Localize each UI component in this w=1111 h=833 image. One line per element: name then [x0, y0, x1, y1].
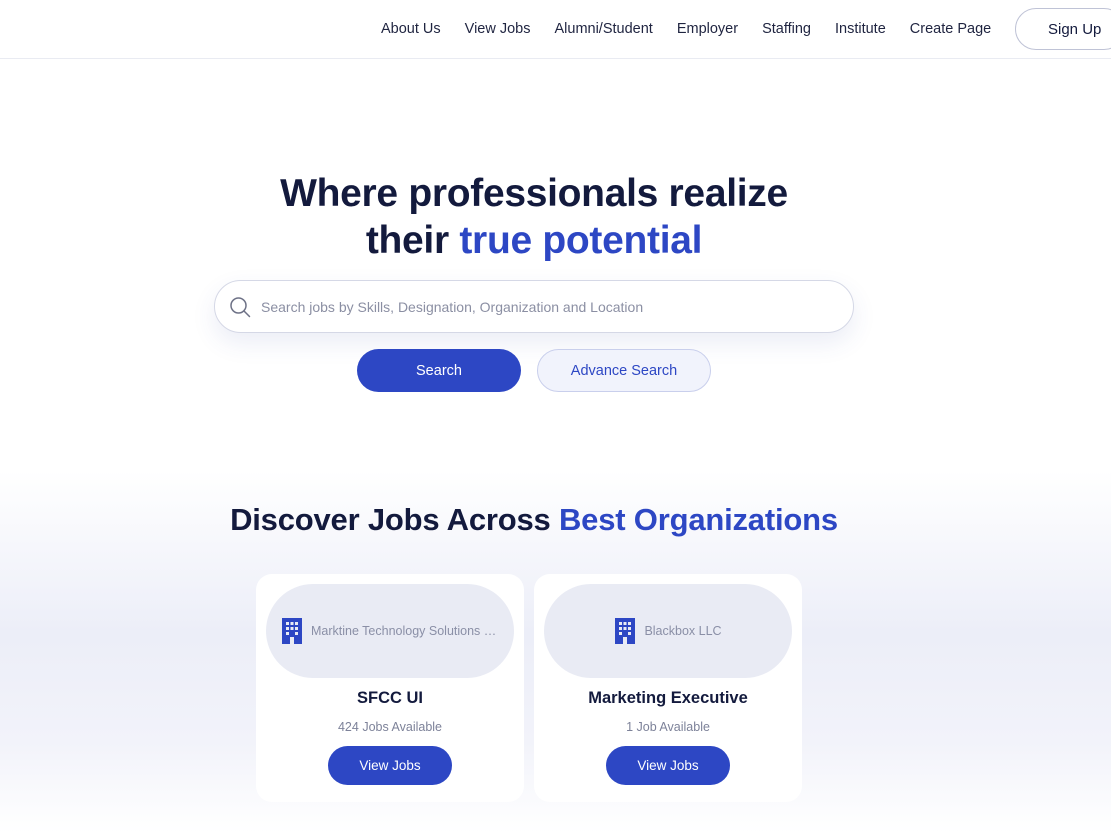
org-logo-placeholder: Marktine Technology Solutions P...	[266, 584, 514, 678]
view-jobs-button[interactable]: View Jobs	[328, 746, 452, 785]
top-navbar: About Us View Jobs Alumni/Student Employ…	[0, 0, 1111, 59]
search-icon	[230, 297, 251, 318]
nav-links: About Us View Jobs Alumni/Student Employ…	[369, 0, 1003, 58]
org-card: Marktine Technology Solutions P... SFCC …	[256, 574, 524, 802]
search-button[interactable]: Search	[357, 349, 521, 392]
nav-link-alumni-student[interactable]: Alumni/Student	[554, 21, 652, 37]
job-title: Marketing Executive	[588, 689, 748, 707]
view-jobs-button[interactable]: View Jobs	[606, 746, 730, 785]
nav-link-institute[interactable]: Institute	[835, 21, 886, 37]
nav-link-staffing[interactable]: Staffing	[762, 21, 811, 37]
jobs-available-count: 424 Jobs Available	[337, 720, 443, 734]
nav-link-create-page[interactable]: Create Page	[910, 21, 991, 37]
org-name: Marktine Technology Solutions P...	[311, 624, 499, 638]
discover-title-accent: Best Organizations	[559, 502, 838, 537]
discover-title-plain: Discover Jobs Across	[230, 502, 559, 537]
org-logo-placeholder: Blackbox LLC	[544, 584, 792, 678]
hero-title-line2: their true potential	[365, 219, 703, 262]
search-input[interactable]	[261, 281, 831, 332]
building-icon	[282, 618, 302, 644]
job-title: SFCC UI	[357, 689, 423, 707]
hero-title: Where professionals realize their true p…	[0, 170, 1068, 264]
hero-title-accent: true potential	[459, 219, 703, 262]
nav-link-about-us[interactable]: About Us	[381, 21, 441, 37]
org-card: Blackbox LLC Marketing Executive 1 Job A…	[534, 574, 802, 802]
org-name: Blackbox LLC	[644, 624, 722, 638]
discover-section-title: Discover Jobs Across Best Organizations	[0, 502, 1068, 538]
nav-link-view-jobs[interactable]: View Jobs	[465, 21, 531, 37]
sign-up-button[interactable]: Sign Up	[1015, 8, 1111, 50]
jobs-available-count: 1 Job Available	[626, 720, 710, 734]
advance-search-button[interactable]: Advance Search	[537, 349, 711, 392]
hero-title-line2-plain: their	[365, 219, 460, 262]
building-icon	[615, 618, 636, 644]
nav-link-employer[interactable]: Employer	[677, 21, 738, 37]
hero-title-line1: Where professionals realize	[280, 172, 788, 215]
search-bar	[214, 280, 854, 333]
